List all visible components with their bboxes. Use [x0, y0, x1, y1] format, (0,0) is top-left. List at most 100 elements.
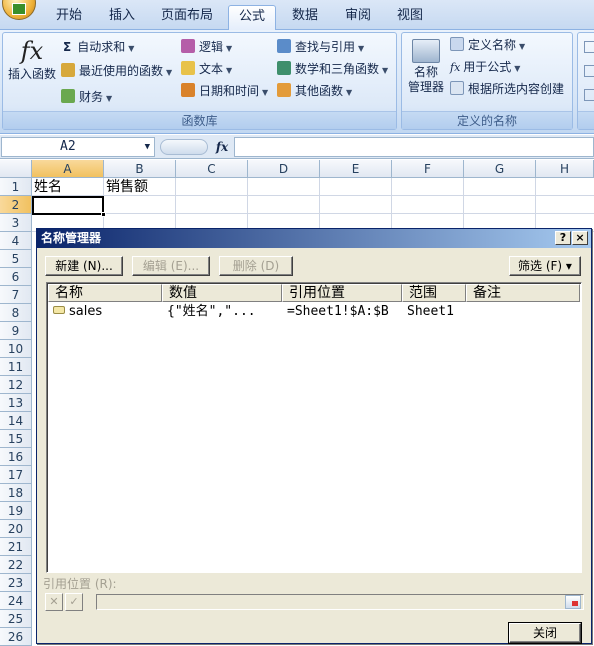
- logical-button[interactable]: 逻辑 ▼: [181, 37, 232, 57]
- new-button[interactable]: 新建 (N)...: [45, 256, 123, 276]
- column-header-comment[interactable]: 备注: [466, 284, 580, 302]
- active-cell-a2[interactable]: [32, 196, 106, 217]
- autosum-button[interactable]: Σ 自动求和 ▼: [63, 37, 134, 57]
- financial-button[interactable]: 财务 ▼: [61, 87, 112, 107]
- cancel-edit-button[interactable]: ✕: [45, 593, 63, 611]
- name-box[interactable]: A2 ▼: [1, 137, 155, 157]
- column-header-name[interactable]: 名称: [48, 284, 162, 302]
- row-header-3[interactable]: 3: [0, 214, 32, 232]
- trace-dependents-icon[interactable]: [584, 65, 594, 77]
- row-header-23[interactable]: 23: [0, 574, 32, 592]
- trace-icon[interactable]: [584, 41, 594, 53]
- row-header-17[interactable]: 17: [0, 466, 32, 484]
- define-name-button[interactable]: 定义名称 ▼: [450, 35, 525, 55]
- insert-function-fx-icon[interactable]: fx: [212, 137, 232, 157]
- tab-home[interactable]: 开始: [44, 5, 94, 30]
- row-header-5[interactable]: 5: [0, 250, 32, 268]
- column-header-c[interactable]: C: [176, 160, 248, 178]
- names-list[interactable]: 名称 数值 引用位置 范围 备注 sales {"姓名","... =Sheet…: [46, 282, 582, 573]
- close-button[interactable]: 关闭: [508, 622, 582, 644]
- grid-icon: [450, 81, 464, 95]
- row-header-11[interactable]: 11: [0, 358, 32, 376]
- column-header-a[interactable]: A: [32, 160, 104, 178]
- row-header-26[interactable]: 26: [0, 628, 32, 646]
- filter-button[interactable]: 筛选 (F) ▾: [509, 256, 581, 276]
- recently-used-button[interactable]: 最近使用的函数 ▼: [61, 61, 172, 81]
- formula-input[interactable]: [234, 137, 594, 157]
- row-header-22[interactable]: 22: [0, 556, 32, 574]
- cell-a1[interactable]: 姓名: [34, 178, 62, 196]
- row-header-15[interactable]: 15: [0, 430, 32, 448]
- math-trig-button[interactable]: 数学和三角函数 ▼: [277, 59, 388, 79]
- row-header-10[interactable]: 10: [0, 340, 32, 358]
- dialog-title-bar[interactable]: 名称管理器 ? ×: [37, 229, 591, 248]
- ribbon-panel: fx 插入函数 Σ 自动求和 ▼ 最近使用的函数 ▼ 财务 ▼ 逻辑 ▼ 文本 ▼ 日期和时…: [0, 30, 594, 134]
- lookup-reference-button[interactable]: 查找与引用 ▼: [277, 37, 364, 57]
- column-header-scope[interactable]: 范围: [402, 284, 466, 302]
- tab-formulas[interactable]: 公式: [228, 5, 276, 31]
- row-header-25[interactable]: 25: [0, 610, 32, 628]
- row-header-8[interactable]: 8: [0, 304, 32, 322]
- edit-button[interactable]: 编辑 (E)...: [132, 256, 210, 276]
- row-header-19[interactable]: 19: [0, 502, 32, 520]
- tab-insert[interactable]: 插入: [98, 5, 146, 30]
- date-time-label: 日期和时间: [199, 84, 260, 98]
- row-header-4[interactable]: 4: [0, 232, 32, 250]
- chevron-down-icon[interactable]: ▼: [145, 138, 150, 156]
- row-header-21[interactable]: 21: [0, 538, 32, 556]
- tab-review[interactable]: 审阅: [334, 5, 382, 30]
- row-header-14[interactable]: 14: [0, 412, 32, 430]
- list-item-scope: Sheet1: [407, 304, 454, 319]
- chevron-down-icon: ▼: [519, 42, 526, 51]
- row-header-2[interactable]: 2: [0, 196, 32, 214]
- refers-to-input[interactable]: [96, 594, 584, 610]
- create-from-selection-button[interactable]: 根据所选内容创建: [450, 79, 564, 99]
- insert-function-button[interactable]: fx 插入函数: [5, 37, 59, 82]
- cell-b1[interactable]: 销售额: [106, 178, 148, 196]
- office-button[interactable]: [2, 0, 36, 20]
- tab-view[interactable]: 视图: [386, 5, 434, 30]
- more-functions-label: 其他函数: [295, 84, 344, 98]
- formula-bar-splitter[interactable]: [160, 139, 208, 155]
- fx-small-icon: fx: [450, 61, 461, 74]
- column-header-d[interactable]: D: [248, 160, 320, 178]
- column-header-f[interactable]: F: [392, 160, 464, 178]
- row-header-20[interactable]: 20: [0, 520, 32, 538]
- row-header-6[interactable]: 6: [0, 268, 32, 286]
- delete-button[interactable]: 删除 (D): [219, 256, 293, 276]
- ribbon-tab-bar: 开始 插入 页面布局 公式 数据 审阅 视图: [0, 0, 594, 31]
- column-header-value[interactable]: 数值: [162, 284, 282, 302]
- text-button[interactable]: 文本 ▼: [181, 59, 232, 79]
- tab-page-layout[interactable]: 页面布局: [150, 5, 224, 30]
- chevron-down-icon: ▼: [262, 88, 269, 97]
- name-manager-dialog: 名称管理器 ? × 新建 (N)... 编辑 (E)... 删除 (D) 筛选 …: [36, 228, 592, 644]
- row-header-7[interactable]: 7: [0, 286, 32, 304]
- column-header-g[interactable]: G: [464, 160, 536, 178]
- column-header-e[interactable]: E: [320, 160, 392, 178]
- use-in-formula-label: 用于公式: [463, 60, 512, 74]
- remove-arrows-icon[interactable]: [584, 89, 594, 101]
- fill-handle[interactable]: [101, 212, 106, 217]
- help-button[interactable]: ?: [555, 231, 571, 245]
- column-header-h[interactable]: H: [536, 160, 594, 178]
- date-time-button[interactable]: 日期和时间 ▼: [181, 81, 268, 101]
- column-header-b[interactable]: B: [104, 160, 176, 178]
- use-in-formula-button[interactable]: fx 用于公式 ▼: [450, 57, 520, 77]
- row-header-24[interactable]: 24: [0, 592, 32, 610]
- row-header-18[interactable]: 18: [0, 484, 32, 502]
- select-all-corner[interactable]: [0, 160, 32, 178]
- more-functions-button[interactable]: 其他函数 ▼: [277, 81, 352, 101]
- math-trig-label: 数学和三角函数: [295, 62, 380, 76]
- row-header-12[interactable]: 12: [0, 376, 32, 394]
- row-header-13[interactable]: 13: [0, 394, 32, 412]
- name-manager-button[interactable]: 名称 管理器: [404, 39, 448, 95]
- row-header-16[interactable]: 16: [0, 448, 32, 466]
- tab-data[interactable]: 数据: [280, 5, 330, 30]
- close-x-button[interactable]: ×: [572, 231, 588, 245]
- column-header-refers-to[interactable]: 引用位置: [282, 284, 402, 302]
- confirm-edit-button[interactable]: ✓: [65, 593, 83, 611]
- row-header-1[interactable]: 1: [0, 178, 32, 196]
- group-formula-auditing-partial: [577, 32, 594, 130]
- collapse-dialog-icon[interactable]: [565, 595, 581, 609]
- row-header-9[interactable]: 9: [0, 322, 32, 340]
